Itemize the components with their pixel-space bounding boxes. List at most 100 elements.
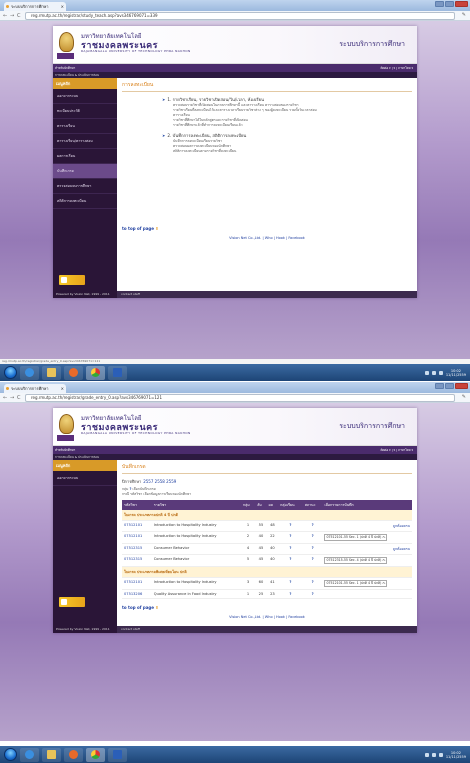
close-window-button[interactable] <box>455 383 468 389</box>
footer-links[interactable]: Vision Net Co.,Ltd. | Who | Hook | Faceb… <box>122 236 412 244</box>
row-name: Quality Assurance in Food Industry <box>151 589 241 599</box>
semester-links[interactable]: 2557 2558 2559 <box>143 479 176 484</box>
back-icon[interactable]: ← <box>3 12 7 20</box>
minimize-button[interactable] <box>435 383 444 389</box>
university-logo-icon <box>59 414 74 434</box>
legend-line-2: กรณี รหัสวิชา เลือกข้อมูลการเรียนของนักศ… <box>122 492 192 496</box>
topbar-left-label: สำหรับนักศึกษา <box>55 448 76 452</box>
row-code[interactable]: 07512101 <box>122 577 152 590</box>
section-heading-text: 2. บันทึกการลงทะเบียน, สถิติการลงทะเบียน <box>167 133 247 138</box>
sidebar-item-logout[interactable]: ออกจากระบบ <box>53 471 117 486</box>
forward-icon[interactable]: → <box>10 12 14 20</box>
taskbar-chrome-button[interactable] <box>86 747 105 762</box>
merge-section-select[interactable]: 07512315-55 Sec. 4 (ปกติ 4 ปี ปกติ) ภ. <box>324 557 388 564</box>
grade-entry-icon[interactable]: ? <box>278 554 303 567</box>
back-icon[interactable]: ← <box>3 394 7 402</box>
wrench-icon[interactable]: ✎ <box>462 12 466 18</box>
table-row: 07513206 Quality Assurance in Food Indus… <box>122 589 412 599</box>
taskbar-word-button[interactable] <box>108 747 127 762</box>
row-code[interactable]: 07512315 <box>122 554 152 567</box>
grade-entry-icon[interactable]: ? <box>278 520 303 532</box>
tray-icon[interactable] <box>431 370 436 375</box>
close-window-button[interactable] <box>455 1 468 7</box>
taskbar-ie-button[interactable] <box>20 365 39 380</box>
legend-label: กลุ่ม <box>122 487 129 491</box>
taskbar-explorer-button[interactable] <box>42 747 61 762</box>
taskbar-media-button[interactable] <box>64 365 83 380</box>
merge-section-select[interactable]: 07512101-55 Sec. 1 (ปกติ 4 ปี ปกติ) ภ. <box>324 580 388 587</box>
maximize-button[interactable] <box>445 1 454 7</box>
row-section: 2 <box>240 531 256 544</box>
tray-icon[interactable] <box>424 752 429 757</box>
footer-links[interactable]: Vision Net Co.,Ltd. | Who | Hook | Faceb… <box>122 615 412 623</box>
browser-tab[interactable]: ระบบบริการการศึกษา × <box>4 2 66 11</box>
site-container: มหาวิทยาลัยเทคโนโลยี ราชมงคลพระนคร RAJAM… <box>53 408 417 633</box>
taskbar-media-button[interactable] <box>64 747 83 762</box>
forward-icon[interactable]: → <box>10 394 14 402</box>
footer-contact[interactable]: contact staff <box>117 626 140 633</box>
page-background: มหาวิทยาลัยเทคโนโลยี ราชมงคลพระนคร RAJAM… <box>0 403 470 741</box>
sidebar-item-profile[interactable]: ทะเบียนประวัติ <box>53 104 117 119</box>
start-button[interactable] <box>4 748 17 761</box>
grade-view-icon[interactable]: ? <box>302 543 323 555</box>
clock[interactable]: 10:02 11/11/2559 <box>446 751 466 759</box>
volume-icon[interactable] <box>438 752 443 757</box>
menu-section-1-heading[interactable]: ➤ 1. รายวิชาเรียน, รายวิชาเปิดสอน/วัน/เวล… <box>162 96 412 103</box>
taskbar-chrome-button[interactable] <box>86 365 105 380</box>
grade-view-icon[interactable]: ? <box>302 577 323 590</box>
url-field[interactable]: reg.rmutp.ac.th/registrar/study_teach.as… <box>25 12 455 20</box>
to-top-link[interactable]: to top of page ⬆ <box>122 226 412 231</box>
start-button[interactable] <box>4 366 17 379</box>
chrome-icon <box>91 368 100 377</box>
grade-entry-icon[interactable]: ? <box>278 543 303 555</box>
topbar-right-menu[interactable]: ติดต่อ ▾ | ▾ | ภาษาไทย ▾ <box>381 446 413 454</box>
row-code[interactable]: 07512101 <box>122 531 152 544</box>
maximize-button[interactable] <box>445 383 454 389</box>
row-code[interactable]: 07513206 <box>122 589 152 599</box>
row-a: 45 <box>255 554 267 567</box>
row-b: 40 <box>266 554 279 567</box>
browser-tab[interactable]: ระบบบริการการศึกษา × <box>4 384 66 393</box>
wrench-icon[interactable]: ✎ <box>462 394 466 400</box>
sidebar-item-exam-schedule[interactable]: ตารางเรียน/ตารางสอบ <box>53 134 117 149</box>
close-tab-icon[interactable]: × <box>61 2 64 11</box>
taskbar-explorer-button[interactable] <box>42 365 61 380</box>
minimize-button[interactable] <box>435 1 444 7</box>
tray-icon[interactable] <box>424 370 429 375</box>
sidebar-item-statistics[interactable]: สถิติการลงทะเบียน <box>53 194 117 209</box>
grade-view-icon[interactable]: ? <box>302 520 323 532</box>
close-tab-icon[interactable]: × <box>61 384 64 393</box>
grade-entry-icon[interactable]: ? <box>278 577 303 590</box>
menu-section-2-heading[interactable]: ➤ 2. บันทึกการลงทะเบียน, สถิติการลงทะเบีย… <box>162 132 412 139</box>
reload-icon[interactable]: C <box>17 394 21 402</box>
group-label: ใบเกรด ประเภทภาคปกติ 4 ปี ปกติ <box>122 510 412 521</box>
col-status: สถานะ <box>302 500 323 510</box>
grade-view-icon[interactable]: ? <box>302 554 323 567</box>
footer-contact[interactable]: contact staff <box>117 291 140 298</box>
merge-section-select[interactable]: 07512101-55 Sec. 1 (ปกติ 4 ปี ปกติ) ภ. <box>324 534 388 541</box>
university-name-en: RAJAMANGALA UNIVERSITY OF TECHNOLOGY PHR… <box>81 49 191 53</box>
sidebar-item-results[interactable]: ผลการเรียน <box>53 149 117 164</box>
sidebar-item-logout[interactable]: ออกจากระบบ <box>53 89 117 104</box>
reload-icon[interactable]: C <box>17 12 21 20</box>
tray-icon[interactable] <box>431 752 436 757</box>
grade-view-icon[interactable]: ? <box>302 531 323 544</box>
table-header-row: รหัสวิชา รายวิชา กลุ่ม ลับ ผล กลุ่มเรียน… <box>122 500 412 510</box>
word-icon <box>113 750 122 759</box>
grade-entry-icon[interactable]: ? <box>278 589 303 599</box>
sidebar-item-graduation-check[interactable]: ตรวจสอบจบการศึกษา <box>53 179 117 194</box>
url-field[interactable]: reg.rmutp.ac.th/registrar/grade_entry_0.… <box>25 394 455 402</box>
clock[interactable]: 10:02 11/11/2559 <box>446 369 466 377</box>
taskbar-word-button[interactable] <box>108 365 127 380</box>
grade-entry-icon[interactable]: ? <box>278 531 303 544</box>
to-top-link[interactable]: to top of page ⬆ <box>122 605 412 610</box>
row-code[interactable]: 07512101 <box>122 520 152 532</box>
taskbar-ie-button[interactable] <box>20 747 39 762</box>
volume-icon[interactable] <box>438 370 443 375</box>
row-code[interactable]: 07512315 <box>122 543 152 555</box>
topbar-right-menu[interactable]: ติดต่อ ▾ | ▾ | ภาษาไทย ▾ <box>381 64 413 72</box>
sidebar-item-class-schedule[interactable]: ตารางเรียน <box>53 119 117 134</box>
sidebar-item-grade-entry[interactable]: บันทึกเกรด <box>53 164 117 179</box>
grade-view-icon[interactable]: ? <box>302 589 323 599</box>
